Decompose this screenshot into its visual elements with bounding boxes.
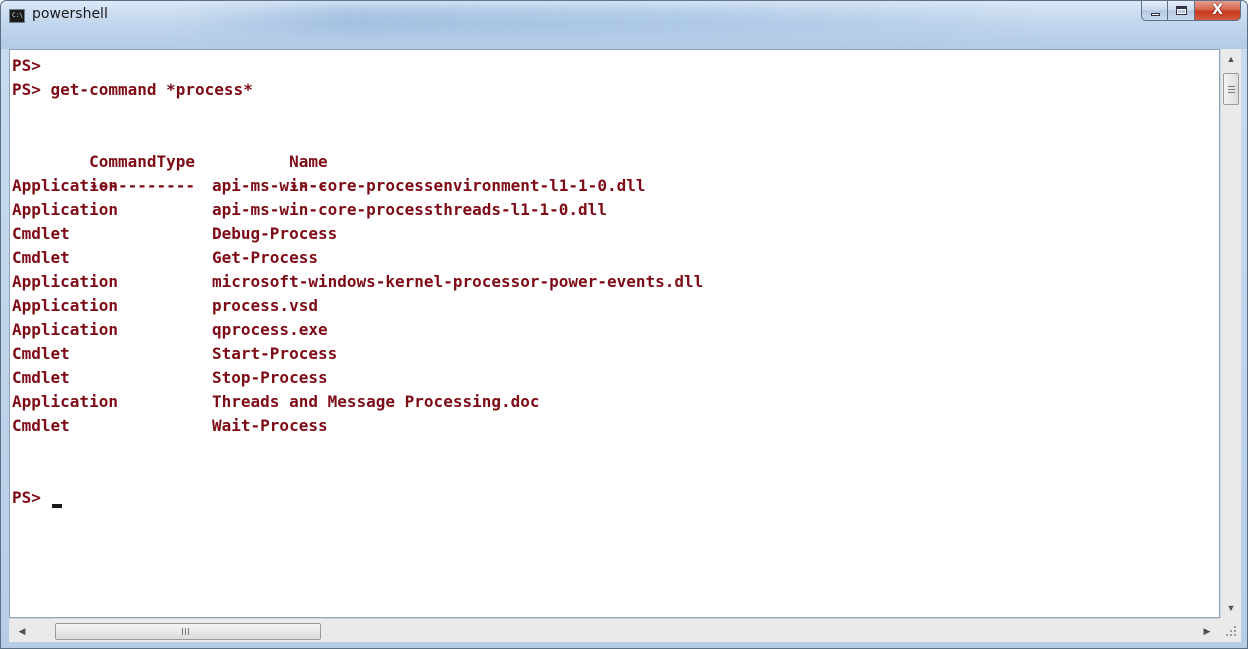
grip-dot <box>1234 626 1236 628</box>
vertical-scrollbar[interactable]: ▲ ▼ <box>1220 49 1241 618</box>
minimize-icon <box>1151 13 1160 16</box>
caption-buttons: X <box>1141 1 1241 21</box>
header-command-type: CommandType <box>89 152 196 171</box>
row-name: qprocess.exe <box>212 320 328 339</box>
resize-grip-icon[interactable] <box>1220 618 1241 642</box>
row-command-type: Application <box>12 272 118 291</box>
console-lines: PS> PS> get-command *process* CommandTyp… <box>12 54 703 510</box>
grip-line <box>1228 92 1235 93</box>
scroll-right-icon[interactable]: ▶ <box>1198 621 1216 641</box>
table-row: Application qprocess.exe <box>12 318 703 342</box>
row-name: api-ms-win-core-processenvironment-l1-1-… <box>212 176 646 195</box>
row-name: Wait-Process <box>212 416 328 435</box>
row-command-type: Cmdlet <box>12 248 70 267</box>
minimize-button[interactable] <box>1141 1 1168 21</box>
maximize-icon <box>1176 6 1187 15</box>
row-name: Stop-Process <box>212 368 328 387</box>
row-name: process.vsd <box>212 296 318 315</box>
powershell-window: C:\ powershell X PS> PS> get-command *pr… <box>0 0 1248 649</box>
table-row: Application Threads and Message Processin… <box>12 390 703 414</box>
table-row: Cmdlet Get-Process <box>12 246 703 270</box>
table-row: Cmdlet Wait-Process <box>12 414 703 438</box>
scroll-down-icon[interactable]: ▼ <box>1221 598 1241 618</box>
table-row: Application api-ms-win-core-processthread… <box>12 198 703 222</box>
grip-line <box>188 628 189 635</box>
horizontal-scroll-thumb[interactable] <box>55 623 321 640</box>
row-name: microsoft-windows-kernel-processor-power… <box>212 272 704 291</box>
grip-line <box>1228 89 1235 90</box>
header-name: Name <box>289 152 328 171</box>
row-command-type: Cmdlet <box>12 368 70 387</box>
prompt-line: PS> <box>12 56 41 75</box>
text-cursor <box>51 504 62 508</box>
row-command-type: Application <box>12 176 118 195</box>
row-command-type: Application <box>12 200 118 219</box>
active-prompt-line[interactable]: PS> <box>12 486 703 510</box>
console-output[interactable]: PS> PS> get-command *process* CommandTyp… <box>9 49 1220 618</box>
table-row: Cmdlet Start-Process <box>12 342 703 366</box>
grip-line <box>185 628 186 635</box>
grip-dot <box>1234 630 1236 632</box>
table-row: Cmdlet Stop-Process <box>12 366 703 390</box>
scroll-up-icon[interactable]: ▲ <box>1221 49 1241 69</box>
table-row: Application api-ms-win-core-processenviro… <box>12 174 703 198</box>
row-name: Start-Process <box>212 344 338 363</box>
row-command-type: Application <box>12 296 118 315</box>
grip-line <box>182 628 183 635</box>
row-command-type: Application <box>12 320 118 339</box>
scroll-left-icon[interactable]: ◀ <box>13 621 31 641</box>
grip-dot <box>1230 630 1232 632</box>
title-bar-glass <box>171 5 1051 35</box>
grip-dot <box>1226 634 1228 636</box>
row-command-type: Cmdlet <box>12 344 70 363</box>
window-title: powershell <box>32 6 108 22</box>
close-icon: X <box>1212 2 1223 18</box>
grip-line <box>1228 86 1235 87</box>
active-prompt: PS> <box>12 488 51 507</box>
vertical-scroll-thumb[interactable] <box>1223 73 1239 105</box>
app-icon-glyph: C:\ <box>12 12 23 19</box>
table-row: Cmdlet Debug-Process <box>12 222 703 246</box>
close-button[interactable]: X <box>1195 1 1241 21</box>
grip-dot <box>1234 634 1236 636</box>
table-header: CommandType Name <box>12 126 703 171</box>
table-row: Application process.vsd <box>12 294 703 318</box>
row-name: api-ms-win-core-processthreads-l1-1-0.dl… <box>212 200 607 219</box>
title-bar[interactable]: C:\ powershell X <box>1 1 1247 49</box>
powershell-console-icon[interactable]: C:\ <box>9 9 25 23</box>
row-command-type: Application <box>12 392 118 411</box>
command-line: PS> get-command *process* <box>12 80 253 99</box>
row-command-type: Cmdlet <box>12 416 70 435</box>
row-command-type: Cmdlet <box>12 224 70 243</box>
row-name: Threads and Message Processing.doc <box>212 392 540 411</box>
row-name: Get-Process <box>212 248 318 267</box>
row-name: Debug-Process <box>212 224 338 243</box>
horizontal-scrollbar[interactable]: ◀ ▶ <box>9 618 1220 642</box>
maximize-button[interactable] <box>1168 1 1195 21</box>
grip-dot <box>1230 634 1232 636</box>
table-row: Application microsoft-windows-kernel-proc… <box>12 270 703 294</box>
